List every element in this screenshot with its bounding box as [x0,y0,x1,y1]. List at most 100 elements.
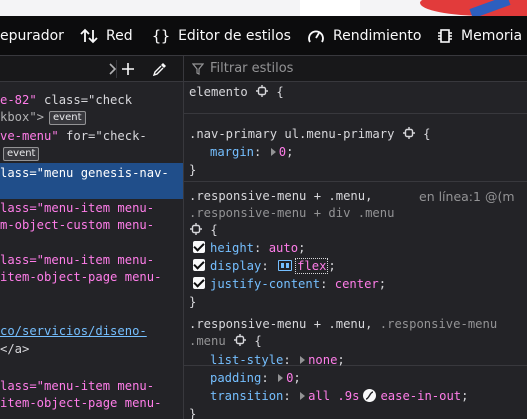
gear-icon[interactable] [255,84,269,98]
property-value[interactable]: none [308,353,337,367]
rule-close-brace: } [189,407,197,419]
rule-selector[interactable]: elemento { [189,84,284,101]
gear-icon[interactable] [402,126,416,140]
declaration-justify-content[interactable]: justify-content: center; [193,276,386,293]
markup-line[interactable]: m-object-custom menu- [0,217,183,234]
property-name: list-style [210,353,284,367]
event-badge[interactable]: event [49,111,86,125]
tab-performance[interactable]: Rendimiento [307,16,421,56]
event-badge[interactable]: event [3,147,40,161]
gear-icon[interactable] [189,222,203,236]
declaration-height[interactable]: height: auto; [193,240,305,257]
eyedropper-icon[interactable] [152,61,168,77]
expand-triangle-icon[interactable] [270,148,276,156]
declaration-display[interactable]: display: flex; [193,258,336,275]
tab-debugger[interactable]: epurador [0,16,64,56]
rule-selector[interactable]: .responsive-menu + .menu, [189,188,372,205]
selector-text-dim: .responsive-menu [372,317,498,331]
markup-line[interactable]: item-object-page menu- [0,269,183,286]
selector-text-dim: .menu [189,334,226,348]
filter-bar [184,56,527,82]
element-selector: elemento [189,85,248,99]
flexbox-highlighter-icon[interactable] [278,260,293,271]
property-name: margin [210,145,255,159]
rule-element: elemento { [184,82,527,114]
markup-tag: </a> [0,342,30,356]
selector-text: .nav-primary ul.menu-primary [189,127,395,141]
tab-network[interactable]: Red [80,16,133,56]
property-name: padding [210,371,262,385]
braces-icon: {} [152,27,171,45]
expand-triangle-icon[interactable] [300,356,306,364]
selector-text: .responsive-menu + .menu, [189,189,373,203]
markup-attr: item-object-page menu- [0,396,162,410]
enable-checkbox[interactable] [193,259,205,271]
rule-selector-cont: .responsive-menu + div .menu [189,205,394,222]
property-value[interactable]: center [335,277,379,291]
declaration-list-style[interactable]: list-style: none; [210,352,345,369]
markup-toolbar [0,56,183,82]
declaration-transition[interactable]: transition: all .9s ease-in-out; [210,388,469,405]
tab-performance-label: Rendimiento [333,28,422,44]
rule-source-link[interactable]: en línea:1 @(m [419,188,515,205]
selector-text: .responsive-menu + .menu, [189,317,373,331]
rule-selector-cont: .menu { [189,333,262,348]
property-name: height [210,241,255,255]
devtools-toolbar: epurador Red {} Editor de estilos Rendim… [0,16,527,56]
markup-line[interactable]: e-82" class="check [0,92,183,109]
network-arrows-icon [80,28,98,44]
markup-line[interactable]: ve-menu" for="check- [0,128,183,145]
markup-line[interactable]: event [0,145,183,162]
property-name: display [210,259,262,273]
memory-chip-icon [438,29,452,43]
tab-memory[interactable]: Memoria [437,16,522,56]
property-value[interactable]: all .9s [308,389,359,403]
rule-selector[interactable]: .responsive-menu + .menu, .responsive-me… [189,316,497,333]
add-node-icon[interactable] [121,62,135,76]
property-name: transition [210,389,284,403]
markup-attr: item-object-page menu- [0,270,162,284]
markup-attr: lass="menu-item menu- [0,379,155,393]
tab-network-label: Red [106,28,133,44]
markup-line-selected[interactable]: lass="menu genesis-nav- [0,163,183,199]
rule-responsive-menu-2: .responsive-menu + .menu, .responsive-me… [184,312,527,419]
markup-attr: ve-menu" [0,129,59,143]
markup-attr: lass="menu-item menu- [0,253,155,267]
rule-nav-primary: .nav-primary ul.menu-primary { margin: 0… [184,114,527,182]
markup-text: class="check [36,93,133,107]
markup-line[interactable]: lass="menu-item menu- [0,200,183,217]
markup-attr: m-object-custom menu- [0,218,155,232]
markup-link[interactable]: co/servicios/diseno- [0,324,147,338]
declaration-margin[interactable]: margin: 0; [210,144,293,161]
enable-checkbox[interactable] [193,241,205,253]
property-value[interactable]: 0 [279,145,286,159]
markup-attr: lass="menu-item menu- [0,201,155,215]
markup-line[interactable]: lass="menu-item menu- [0,378,183,395]
selector-text-dim: .responsive-menu + div .menu [189,206,395,220]
markup-line[interactable]: item-object-page menu- [0,395,183,412]
gear-icon[interactable] [233,333,247,347]
rules-pane: elemento { .nav-primary ul.menu-primary … [184,56,527,419]
tab-memory-label: Memoria [461,28,523,44]
source-location[interactable]: en línea:1 @(m [419,189,515,204]
page-hero-strip [0,0,527,16]
expand-triangle-icon[interactable] [300,392,306,400]
markup-line[interactable]: co/servicios/diseno- [0,323,183,340]
expand-triangle-icon[interactable] [278,374,284,382]
filter-styles-input[interactable] [210,61,510,76]
tab-style-editor[interactable]: {} Editor de estilos [152,16,291,56]
filter-icon [192,62,204,75]
rule-close-brace: } [189,163,197,177]
easing-curve-icon[interactable] [363,389,377,402]
markup-line[interactable]: kbox"> event [0,109,183,126]
markup-line[interactable]: </a> [0,341,183,358]
property-value[interactable]: ease-in-out [380,389,461,403]
rule-selector[interactable]: .nav-primary ul.menu-primary { [189,126,430,143]
gauge-icon [308,30,324,43]
property-value[interactable]: auto [269,241,298,255]
property-value[interactable]: flex [295,258,329,274]
tab-style-editor-label: Editor de estilos [178,28,291,44]
markup-line[interactable]: lass="menu-item menu- [0,252,183,269]
declaration-padding[interactable]: padding: 0; [210,370,301,387]
enable-checkbox[interactable] [193,277,205,289]
